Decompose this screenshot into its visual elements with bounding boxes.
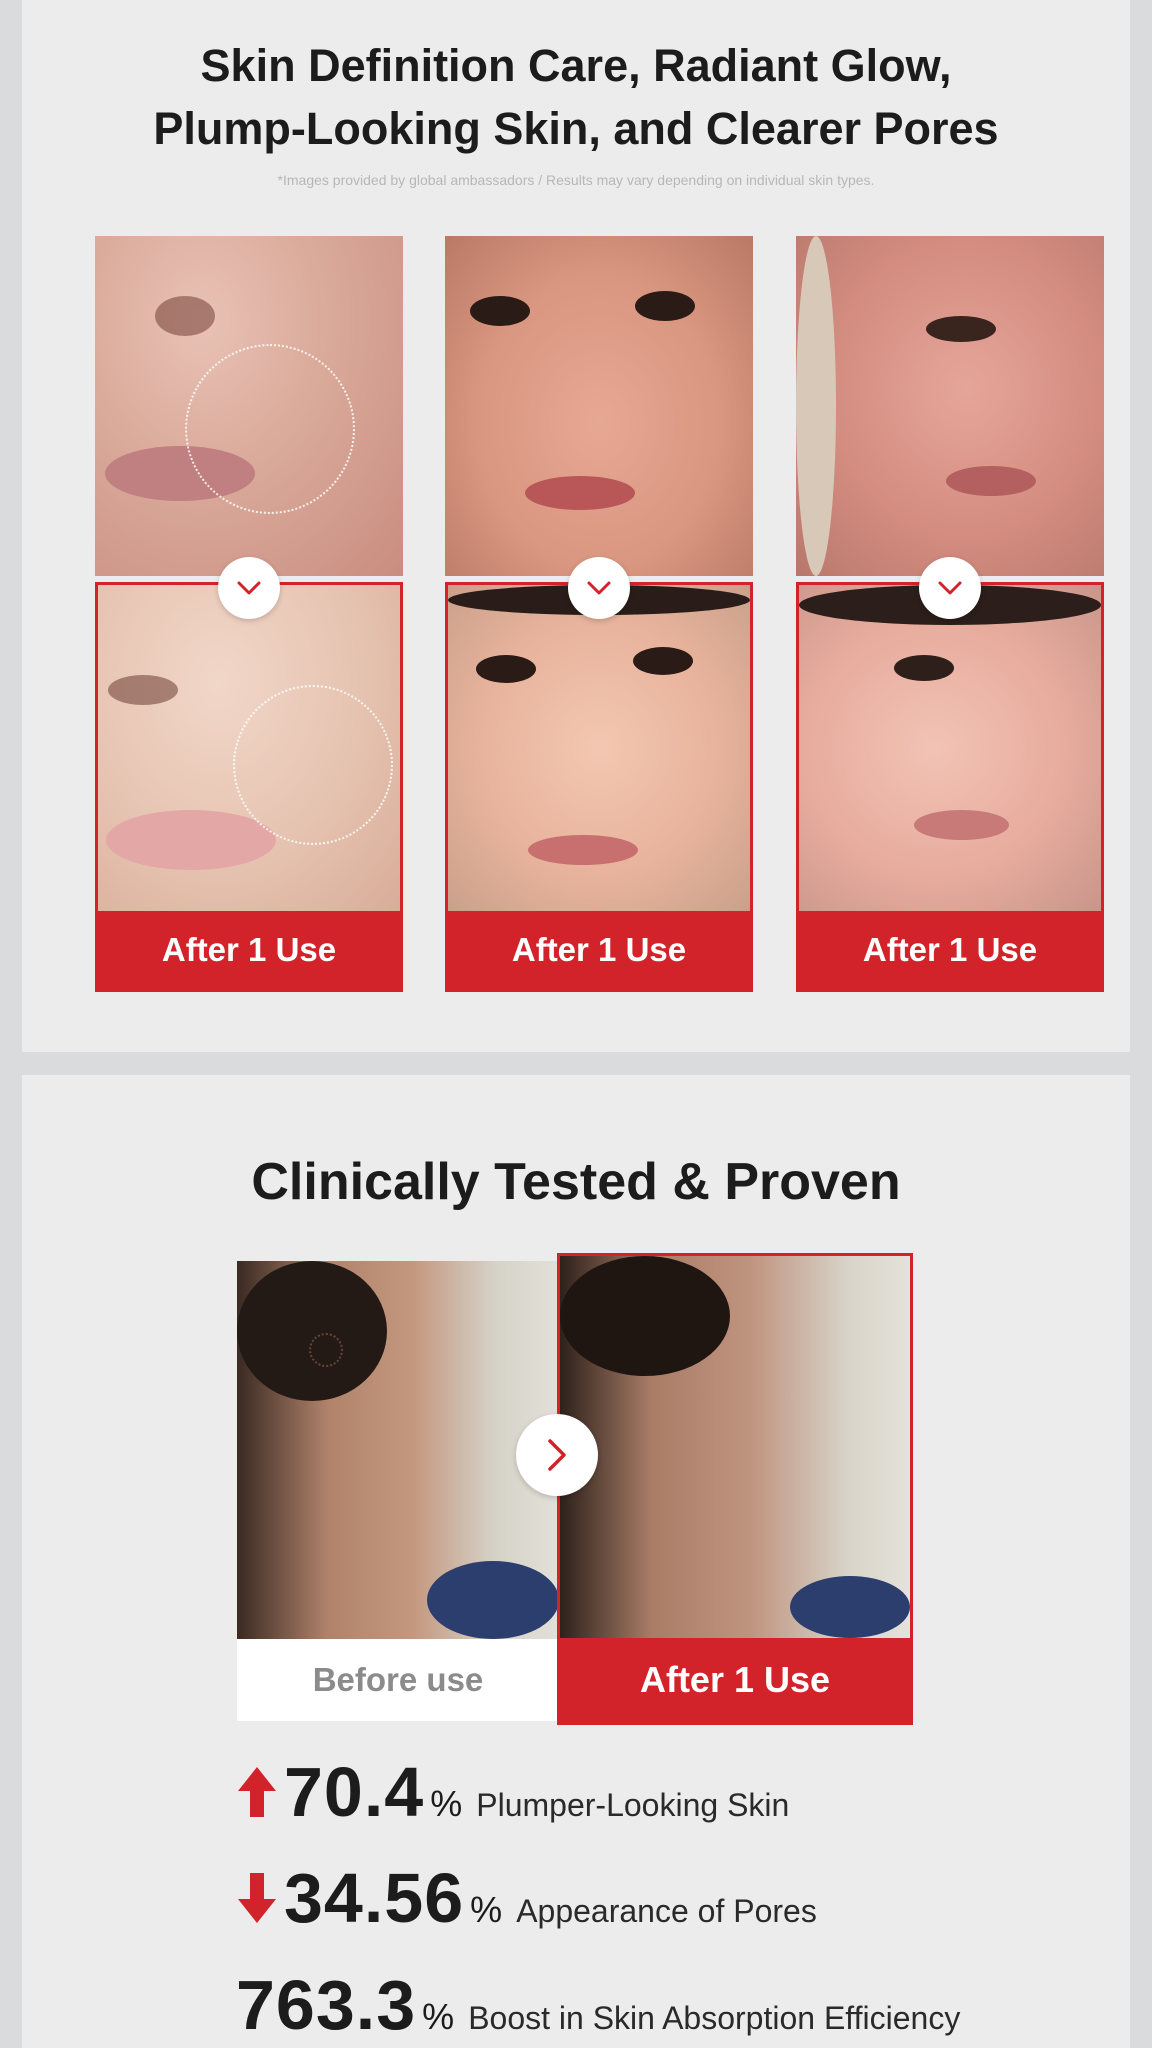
stat-pores: 34.56 % Appearance of Pores (236, 1858, 1152, 1938)
arrow-up-icon (238, 1767, 276, 1817)
arrow-down-icon (238, 1873, 276, 1923)
clothing-shape (427, 1561, 559, 1639)
after-photo-profile (560, 1256, 910, 1638)
results-section: Skin Definition Care, Radiant Glow, Plum… (22, 0, 1130, 1052)
before-photo-2 (445, 236, 753, 576)
after-label-profile: After 1 Use (560, 1638, 910, 1722)
eye-shape (470, 296, 530, 326)
before-label: Before use (237, 1639, 559, 1721)
focus-circle (185, 344, 355, 514)
stat-unit: % (430, 1783, 463, 1824)
chevron-down-icon (218, 557, 280, 619)
results-headline: Skin Definition Care, Radiant Glow, Plum… (22, 34, 1130, 160)
lips-shape (525, 476, 635, 510)
after-label-3: After 1 Use (799, 911, 1101, 989)
lips-shape (106, 810, 276, 870)
eye-shape (926, 316, 996, 342)
stat-unit: % (422, 1996, 455, 2037)
chevron-down-icon (919, 557, 981, 619)
lips-shape (914, 810, 1009, 840)
lips-shape (528, 835, 638, 865)
clinical-headline: Clinically Tested & Proven (251, 1153, 901, 1211)
after-photo-1 (98, 585, 400, 911)
disclaimer-text: *Images provided by global ambassadors /… (277, 172, 875, 188)
eye-shape (633, 647, 693, 675)
stat-label: Boost in Skin Absorption Efficiency (468, 2000, 961, 2036)
headband-shape (796, 236, 836, 576)
before-photo-1 (95, 236, 403, 576)
chevron-down-icon (568, 557, 630, 619)
chevron-right-icon[interactable] (516, 1414, 598, 1496)
after-photo-2 (448, 585, 750, 911)
stat-plumper: 70.4 % Plumper-Looking Skin (236, 1752, 1152, 1832)
after-label-1: After 1 Use (98, 911, 400, 989)
after-card-1: After 1 Use (95, 582, 403, 992)
hair-shape (560, 1256, 730, 1376)
before-photo-profile (237, 1261, 559, 1639)
stat-label: Appearance of Pores (516, 1893, 817, 1929)
stat-value: 763.3 (236, 1966, 417, 2044)
eye-shape (635, 291, 695, 321)
after-photo-3 (799, 585, 1101, 911)
clothing-shape (790, 1576, 910, 1638)
stat-label: Plumper-Looking Skin (476, 1787, 790, 1823)
focus-circle (309, 1333, 343, 1367)
stat-absorption: 763.3 % Boost in Skin Absorption Efficie… (236, 1965, 1152, 2045)
lips-shape (946, 466, 1036, 496)
nostril-shape (155, 296, 215, 336)
stat-value: 34.56 (284, 1859, 465, 1937)
eye-shape (476, 655, 536, 683)
hair-shape (237, 1261, 387, 1401)
eye-shape (894, 655, 954, 681)
after-label-2: After 1 Use (448, 911, 750, 989)
headline-line-1: Skin Definition Care, Radiant Glow, (200, 40, 952, 91)
clinical-section: Clinically Tested & Proven Before use Af… (22, 1075, 1130, 2048)
after-card-3: After 1 Use (796, 582, 1104, 992)
after-card-profile: After 1 Use (557, 1253, 913, 1725)
before-photo-3 (796, 236, 1104, 576)
after-card-2: After 1 Use (445, 582, 753, 992)
focus-circle (233, 685, 393, 845)
nostril-shape (108, 675, 178, 705)
stat-unit: % (470, 1889, 503, 1930)
stat-value: 70.4 (284, 1753, 425, 1831)
headline-line-2: Plump-Looking Skin, and Clearer Pores (153, 103, 999, 154)
